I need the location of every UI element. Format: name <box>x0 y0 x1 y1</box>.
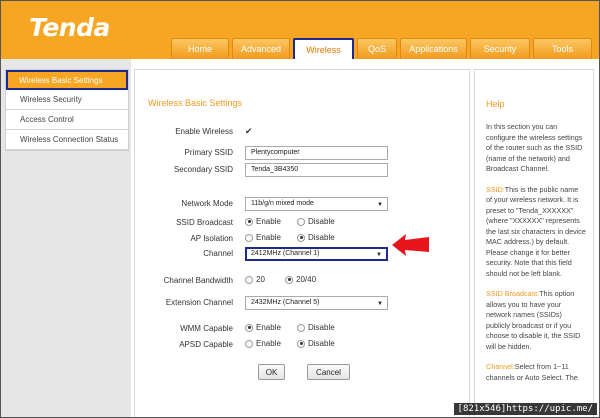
tab-applications[interactable]: Applications <box>400 38 467 59</box>
help-panel: Help In this section you can configure t… <box>474 69 594 417</box>
ssid-broadcast-enable-radio[interactable]: Enable <box>245 217 281 226</box>
secondary-ssid-label: Secondary SSID <box>173 165 233 174</box>
section-title: Wireless Basic Settings <box>148 98 243 108</box>
row-channel-bandwidth: Channel Bandwidth 20 20/40 <box>135 273 471 287</box>
radio-selected-icon <box>285 275 293 284</box>
bandwidth-20-label: 20 <box>256 275 265 284</box>
extension-channel-label: Extension Channel <box>165 298 233 307</box>
bandwidth-20-40-radio[interactable]: 20/40 <box>285 275 316 284</box>
enable-wireless-checkbox[interactable]: ✔ <box>245 126 253 137</box>
radio-unselected-icon <box>297 323 305 332</box>
row-primary-ssid: Primary SSID Plentycomputer <box>135 146 471 160</box>
router-admin-window: Tenda Home Advanced Wireless QoS Applica… <box>0 0 600 418</box>
help-ssid-text: This is the public name of your wireless… <box>486 184 586 278</box>
bandwidth-20-40-label: 20/40 <box>296 275 317 284</box>
header-bar: Tenda Home Advanced Wireless QoS Applica… <box>1 1 599 59</box>
row-network-mode: Network Mode 11b/g/n mixed mode ▼ <box>135 197 471 211</box>
channel-bandwidth-label: Channel Bandwidth <box>163 276 233 285</box>
cancel-button[interactable]: Cancel <box>307 364 350 380</box>
main-nav-tabs: Home Advanced Wireless QoS Applications … <box>171 38 595 59</box>
ap-isolation-disable-label: Disable <box>308 233 335 242</box>
row-apsd-capable: APSD Capable Enable Disable <box>135 338 471 352</box>
channel-label: Channel <box>203 249 233 258</box>
help-channel-keyword: Channel: <box>486 362 515 371</box>
channel-select[interactable]: 2412MHz (Channel 1) ▼ <box>245 247 388 261</box>
channel-value: 2412MHz (Channel 1) <box>251 250 320 257</box>
tab-home[interactable]: Home <box>171 38 229 59</box>
radio-selected-icon <box>297 339 305 348</box>
row-secondary-ssid: Secondary SSID Tenda_3B4350 <box>135 163 471 177</box>
secondary-ssid-input[interactable]: Tenda_3B4350 <box>245 163 388 177</box>
tab-security[interactable]: Security <box>470 38 530 59</box>
ssid-broadcast-label: SSID Broadcast <box>176 218 233 227</box>
ssid-broadcast-disable-radio[interactable]: Disable <box>297 217 335 226</box>
apsd-disable-label: Disable <box>308 339 335 348</box>
help-broadcast: SSID Broadcast:This option allows you to… <box>486 289 586 352</box>
network-mode-value: 11b/g/n mixed mode <box>251 200 314 207</box>
radio-selected-icon <box>245 217 253 226</box>
help-broadcast-keyword: SSID Broadcast: <box>486 289 540 298</box>
ssid-broadcast-enable-label: Enable <box>256 217 281 226</box>
tenda-logo: Tenda <box>29 13 110 42</box>
row-ssid-broadcast: SSID Broadcast Enable Disable <box>135 216 471 230</box>
tab-qos[interactable]: QoS <box>357 38 397 59</box>
apsd-enable-radio[interactable]: Enable <box>245 339 281 348</box>
help-channel: Channel:Select from 1~11 channels or Aut… <box>486 362 586 383</box>
tab-tools[interactable]: Tools <box>533 38 592 59</box>
tab-advanced[interactable]: Advanced <box>232 38 290 59</box>
help-title: Help <box>486 99 505 109</box>
sidebar-item-wireless-basic-settings[interactable]: Wireless Basic Settings <box>6 70 128 90</box>
radio-unselected-icon <box>297 217 305 226</box>
tab-wireless[interactable]: Wireless <box>293 38 354 59</box>
row-enable-wireless: Enable Wireless ✔ <box>135 125 471 139</box>
sidebar-item-wireless-security[interactable]: Wireless Security <box>6 90 128 110</box>
help-ssid-keyword: SSID: <box>486 184 505 194</box>
radio-unselected-icon <box>245 275 253 284</box>
ap-isolation-enable-label: Enable <box>256 233 281 242</box>
ap-isolation-enable-radio[interactable]: Enable <box>245 233 281 242</box>
extension-channel-select[interactable]: 2432MHz (Channel 5) ▼ <box>245 296 388 310</box>
primary-ssid-label: Primary SSID <box>184 148 233 157</box>
sidebar-menu: Wireless Basic Settings Wireless Securit… <box>5 69 129 151</box>
enable-wireless-label: Enable Wireless <box>175 127 233 136</box>
radio-unselected-icon <box>245 339 253 348</box>
wmm-enable-radio[interactable]: Enable <box>245 323 281 332</box>
apsd-enable-label: Enable <box>256 339 281 348</box>
radio-unselected-icon <box>245 233 253 242</box>
ok-button[interactable]: OK <box>258 364 285 380</box>
chevron-down-icon: ▼ <box>377 301 383 307</box>
wmm-enable-label: Enable <box>256 323 281 332</box>
apsd-disable-radio[interactable]: Disable <box>297 339 335 348</box>
help-body: In this section you can configure the wi… <box>486 122 586 393</box>
row-extension-channel: Extension Channel 2432MHz (Channel 5) ▼ <box>135 296 471 310</box>
ssid-broadcast-disable-label: Disable <box>308 217 335 226</box>
apsd-capable-label: APSD Capable <box>179 340 233 349</box>
network-mode-label: Network Mode <box>181 199 233 208</box>
help-broadcast-text: This option allows you to have your netw… <box>486 289 581 351</box>
radio-selected-icon <box>297 233 305 242</box>
help-intro: In this section you can configure the wi… <box>486 122 583 173</box>
wmm-disable-label: Disable <box>308 323 335 332</box>
ap-isolation-disable-radio[interactable]: Disable <box>297 233 335 242</box>
ap-isolation-label: AP Isolation <box>190 234 233 243</box>
radio-selected-icon <box>245 323 253 332</box>
wmm-capable-label: WMM Capable <box>180 324 233 333</box>
row-wmm-capable: WMM Capable Enable Disable <box>135 322 471 336</box>
network-mode-select[interactable]: 11b/g/n mixed mode ▼ <box>245 197 388 211</box>
chevron-down-icon: ▼ <box>377 202 383 208</box>
red-arrow-annotation <box>392 234 429 256</box>
bandwidth-20-radio[interactable]: 20 <box>245 275 265 284</box>
extension-channel-value: 2432MHz (Channel 5) <box>251 299 320 306</box>
primary-ssid-input[interactable]: Plentycomputer <box>245 146 388 160</box>
sidebar-item-access-control[interactable]: Access Control <box>6 110 128 130</box>
image-watermark: [821x546]https://upic.me/ <box>453 403 597 415</box>
chevron-down-icon: ▼ <box>376 252 382 258</box>
sidebar-item-wireless-connection-status[interactable]: Wireless Connection Status <box>6 130 128 150</box>
help-ssid: SSID:This is the public name of your wir… <box>486 185 586 280</box>
wmm-disable-radio[interactable]: Disable <box>297 323 335 332</box>
